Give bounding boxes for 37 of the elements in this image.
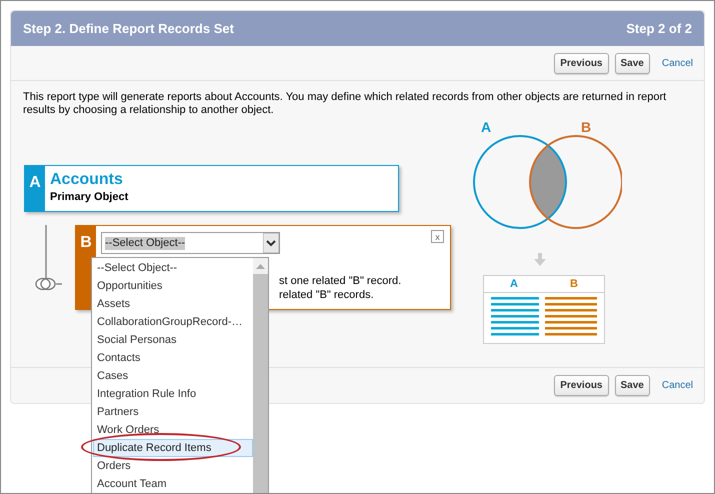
object-name: Accounts <box>50 170 124 190</box>
scroll-up-arrow-icon[interactable] <box>256 264 265 268</box>
dropdown-option[interactable]: Work Orders <box>93 421 253 439</box>
nav-button[interactable]: Save <box>614 52 650 74</box>
dropdown-option[interactable]: Cases <box>93 367 253 385</box>
nav-button[interactable]: Save <box>614 375 650 396</box>
dropdown-option[interactable]: Contacts <box>93 349 253 367</box>
dropdown-option[interactable]: Account Team <box>93 475 253 493</box>
dropdown-option[interactable]: Orders <box>93 457 253 475</box>
venn-label: A <box>481 118 492 137</box>
dropdown-option[interactable]: --Select Object-- <box>93 259 253 277</box>
venn-label: B <box>581 118 592 137</box>
dropdown-arrow-icon <box>263 233 279 253</box>
scrollbar[interactable] <box>253 258 268 493</box>
dropdown-option[interactable]: CollaborationGroupRecord-… <box>93 313 253 331</box>
dropdown-option[interactable]: Social Personas <box>93 331 253 349</box>
option-description: st one related "B" record. <box>279 274 402 288</box>
column-header: A <box>509 277 519 292</box>
nav-button[interactable]: Previous <box>554 375 608 396</box>
dropdown-option[interactable]: Duplicate Record Items <box>93 439 253 457</box>
description-text: This report type will generate reports about Accounts. You may define which related records from other objects are returned in report results by choosing a relationship to another object. <box>22 90 668 117</box>
down-arrow-icon <box>534 253 546 266</box>
nav-button[interactable]: Previous <box>554 52 608 74</box>
object-letter: A <box>25 166 45 211</box>
object-subtitle: Primary Object <box>50 190 128 204</box>
object-select[interactable]: --Select Object-- <box>101 232 280 254</box>
dropdown-option[interactable]: Partners <box>93 403 253 421</box>
close-button[interactable]: x <box>431 230 444 243</box>
dropdown-option[interactable]: Assets <box>93 295 253 313</box>
cancel-link[interactable]: Cancel <box>662 378 693 393</box>
dropdown-option[interactable]: Integration Rule Info <box>93 385 253 403</box>
option-description: related "B" records. <box>279 288 375 302</box>
dropdown-option[interactable]: Opportunities <box>93 277 253 295</box>
step-indicator: Step 2 of 2 <box>626 20 692 38</box>
column-header: B <box>569 277 579 292</box>
cancel-link[interactable]: Cancel <box>662 56 693 70</box>
header-title: Step 2. Define Report Records Set <box>23 20 234 38</box>
